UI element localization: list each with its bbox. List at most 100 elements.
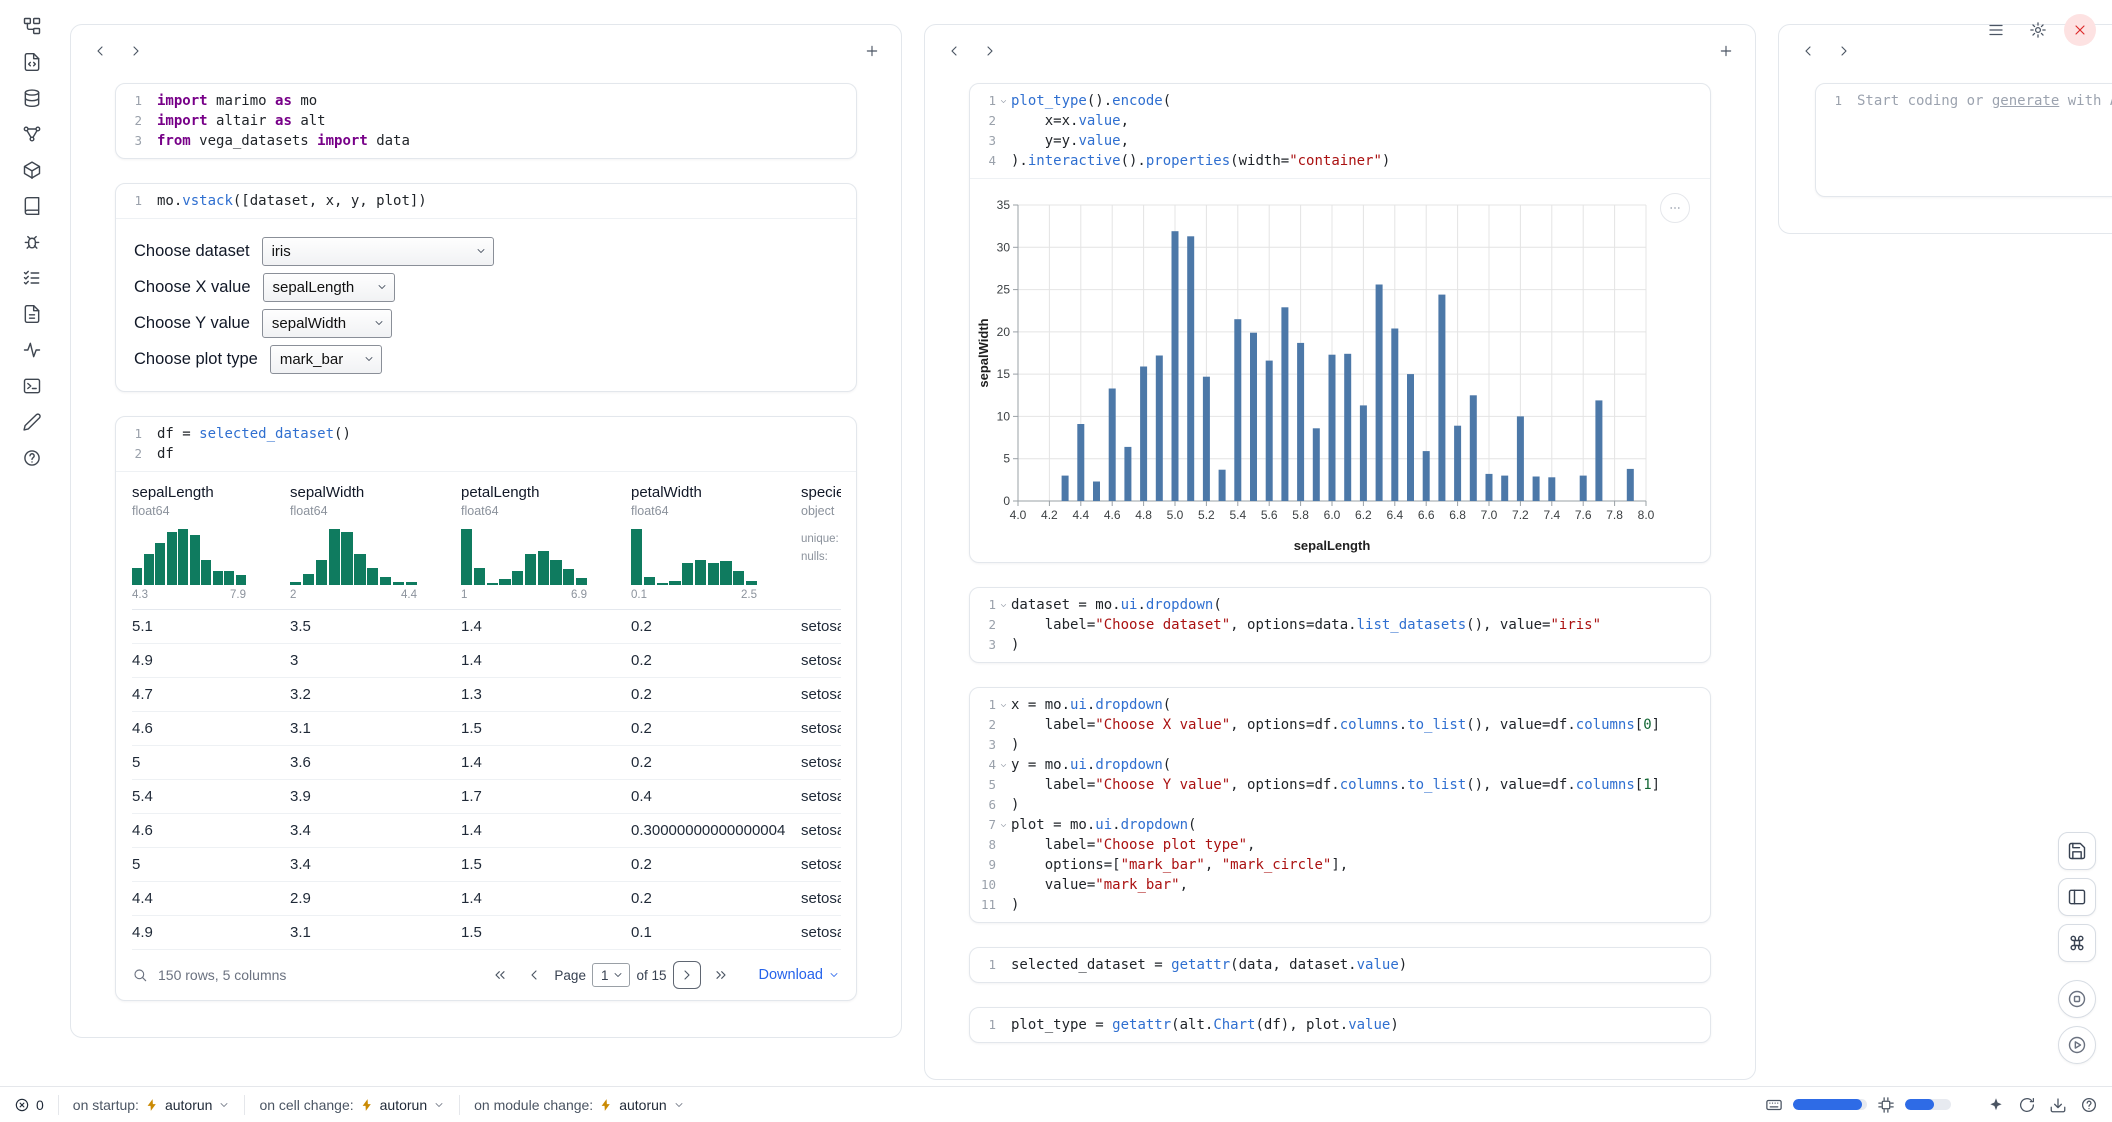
code-line[interactable]: 2 label="Choose X value", options=df.col… [974, 715, 1700, 735]
prev-page-button[interactable] [520, 961, 548, 989]
search-icon[interactable] [132, 967, 148, 983]
dataframe-table[interactable]: sepalLengthfloat644.37.9sepalWidthfloat6… [132, 474, 841, 950]
table-row[interactable]: 4.931.40.2setosa [132, 644, 841, 678]
column-move-left-button[interactable] [1793, 36, 1823, 66]
code-line[interactable]: 11) [974, 895, 1700, 915]
code-line[interactable]: 6) [974, 795, 1700, 815]
code-editor[interactable]: 1plot_type().encode(2 x=x.value,3 y=y.va… [970, 84, 1710, 178]
sidebar-terminal-button[interactable] [16, 370, 48, 402]
code-line[interactable]: 3) [974, 735, 1700, 755]
column-move-left-button[interactable] [85, 36, 115, 66]
sidebar-snippets-button[interactable] [16, 298, 48, 330]
fold-arrow-icon[interactable] [996, 91, 1011, 111]
code-line[interactable]: 1df = selected_dataset() [120, 424, 846, 444]
run-all-button[interactable] [2058, 1026, 2096, 1064]
code-line[interactable]: 1import marimo as mo [120, 91, 846, 111]
dropdown-select[interactable]: sepalWidth [262, 309, 392, 338]
sidebar-documentation-button[interactable] [16, 190, 48, 222]
sidebar-file-explorer-button[interactable] [16, 10, 48, 42]
export-icon[interactable] [2049, 1096, 2067, 1114]
code-editor[interactable]: 1plot_type = getattr(alt.Chart(df), plot… [970, 1008, 1710, 1042]
column-move-left-button[interactable] [939, 36, 969, 66]
code-line[interactable]: 1selected_dataset = getattr(data, datase… [974, 955, 1700, 975]
cell-new-empty[interactable]: 1 Start coding or generate with AI [1815, 83, 2112, 197]
keyboard-icon[interactable] [1765, 1096, 1783, 1114]
shortcuts-button[interactable] [2058, 924, 2096, 962]
code-line[interactable]: 1dataset = mo.ui.dropdown( [974, 595, 1700, 615]
sidebar-outline-button[interactable] [16, 262, 48, 294]
code-line[interactable]: 8 label="Choose plot type", [974, 835, 1700, 855]
code-line[interactable]: 1plot_type = getattr(alt.Chart(df), plot… [974, 1015, 1700, 1035]
code-line[interactable]: 5 label="Choose Y value", options=df.col… [974, 775, 1700, 795]
ai-assistant-icon[interactable] [1987, 1096, 2005, 1114]
shutdown-button[interactable] [2064, 14, 2096, 46]
table-row[interactable]: 53.61.40.2setosa [132, 746, 841, 780]
notebook-menu-button[interactable] [1980, 14, 2012, 46]
dropdown-select[interactable]: sepalLength [263, 273, 395, 302]
code-line[interactable]: 2 x=x.value, [974, 111, 1700, 131]
code-line[interactable]: 2 label="Choose dataset", options=data.l… [974, 615, 1700, 635]
vega-bar-chart[interactable]: 4.04.24.44.64.85.05.25.45.65.86.06.26.46… [976, 187, 1688, 555]
sidebar-code-file-button[interactable] [16, 46, 48, 78]
add-cell-button[interactable] [1711, 36, 1741, 66]
table-column-header[interactable]: speciesobjectunique:nulls: [801, 484, 841, 601]
first-page-button[interactable] [486, 961, 514, 989]
code-line[interactable]: 1plot_type().encode( [974, 91, 1700, 111]
interrupt-button[interactable] [2058, 980, 2096, 1018]
table-column-header[interactable]: sepalLengthfloat644.37.9 [132, 484, 290, 601]
code-editor[interactable]: 1df = selected_dataset()2df [116, 417, 856, 471]
code-editor[interactable]: 1mo.vstack([dataset, x, y, plot]) [116, 184, 856, 218]
download-button[interactable]: Download [759, 967, 841, 983]
sidebar-scratchpad-button[interactable] [16, 406, 48, 438]
table-column-header[interactable]: petalWidthfloat640.12.5 [631, 484, 801, 601]
dropdown-select[interactable]: iris [262, 237, 494, 266]
code-line[interactable]: 9 options=["mark_bar", "mark_circle"], [974, 855, 1700, 875]
table-row[interactable]: 4.93.11.50.1setosa [132, 916, 841, 950]
code-line[interactable]: 10 value="mark_bar", [974, 875, 1700, 895]
table-row[interactable]: 4.73.21.30.2setosa [132, 678, 841, 712]
table-row[interactable]: 5.43.91.70.4setosa [132, 780, 841, 814]
sidebar-help-button[interactable] [16, 442, 48, 474]
code-line[interactable]: 1mo.vstack([dataset, x, y, plot]) [120, 191, 846, 211]
fold-arrow-icon[interactable] [996, 815, 1011, 835]
code-line[interactable]: 4).interactive().properties(width="conta… [974, 151, 1700, 171]
refresh-icon[interactable] [2018, 1096, 2036, 1114]
table-column-header[interactable]: sepalWidthfloat6424.4 [290, 484, 461, 601]
save-button[interactable] [2058, 832, 2096, 870]
runtime-config[interactable]: on module change:autorun [474, 1097, 685, 1113]
generate-with-ai-link[interactable]: generate [1992, 93, 2059, 109]
code-line[interactable]: 2df [120, 444, 846, 464]
table-column-header[interactable]: petalLengthfloat6416.9 [461, 484, 631, 601]
code-line[interactable]: 1x = mo.ui.dropdown( [974, 695, 1700, 715]
code-editor[interactable]: 1selected_dataset = getattr(data, datase… [970, 948, 1710, 982]
column-move-right-button[interactable] [975, 36, 1005, 66]
fold-arrow-icon[interactable] [996, 695, 1011, 715]
dropdown-select[interactable]: mark_bar [270, 345, 382, 374]
help-icon[interactable] [2080, 1096, 2098, 1114]
runtime-config[interactable]: on cell change:autorun [259, 1097, 445, 1113]
table-row[interactable]: 4.42.91.40.2setosa [132, 882, 841, 916]
code-line[interactable]: 3 y=y.value, [974, 131, 1700, 151]
table-row[interactable]: 53.41.50.2setosa [132, 848, 841, 882]
error-count-badge[interactable]: 0 [14, 1097, 44, 1113]
add-cell-button[interactable] [857, 36, 887, 66]
table-row[interactable]: 4.63.11.50.2setosa [132, 712, 841, 746]
next-page-button[interactable] [673, 961, 701, 989]
sidebar-datasources-button[interactable] [16, 82, 48, 114]
layout-toggle-button[interactable] [2058, 878, 2096, 916]
column-move-right-button[interactable] [121, 36, 151, 66]
chart-options-button[interactable] [1660, 193, 1690, 223]
table-row[interactable]: 5.13.51.40.2setosa [132, 610, 841, 644]
last-page-button[interactable] [707, 961, 735, 989]
code-editor[interactable]: 1import marimo as mo2import altair as al… [116, 84, 856, 158]
sidebar-dependencies-button[interactable] [16, 118, 48, 150]
code-line[interactable]: 3) [974, 635, 1700, 655]
sidebar-packages-button[interactable] [16, 154, 48, 186]
sidebar-tracing-button[interactable] [16, 334, 48, 366]
sidebar-errors-button[interactable] [16, 226, 48, 258]
page-select[interactable]: 1 [592, 963, 631, 987]
runtime-config[interactable]: on startup:autorun [73, 1097, 231, 1113]
code-line[interactable]: 3from vega_datasets import data [120, 131, 846, 151]
table-row[interactable]: 4.63.41.40.30000000000000004setosa [132, 814, 841, 848]
settings-button[interactable] [2022, 14, 2054, 46]
